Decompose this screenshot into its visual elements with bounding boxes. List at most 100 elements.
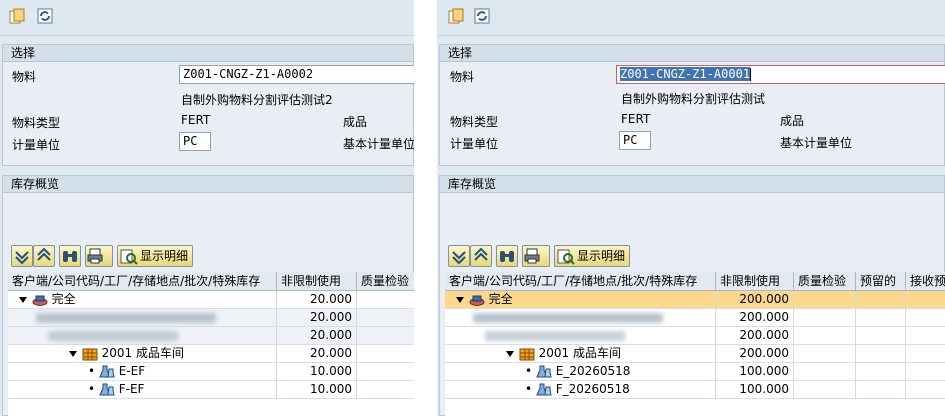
column-header-quality[interactable]: 质量检验 (357, 272, 414, 291)
column-header-hierarchy[interactable]: 客户端/公司代码/工厂/存储地点/批次/特殊库存 (445, 272, 716, 291)
tree-node-label: E-EF (118, 364, 146, 378)
quality-qty (794, 345, 856, 363)
show-detail-button[interactable]: 显示明细 (554, 245, 631, 267)
window-gap (414, 0, 437, 416)
client-icon (32, 295, 48, 306)
table-row[interactable]: • E_20260518 100.000 (445, 363, 945, 381)
table-row[interactable]: 2001 成品车间 200.000 (445, 345, 945, 363)
reserved-qty (856, 327, 906, 345)
quality-qty (794, 291, 856, 309)
print-icon (87, 248, 103, 264)
batch-icon (99, 383, 115, 395)
reserved-qty (856, 381, 906, 399)
new-session-icon (9, 8, 25, 24)
expand-all-button[interactable] (11, 245, 33, 267)
column-header-unrestricted[interactable]: 非限制使用 (277, 272, 357, 291)
unrestricted-qty: 10.000 (277, 363, 357, 381)
stock-overview-header: 库存概览 (440, 176, 944, 193)
table-row[interactable]: • E-EF 10.000 (8, 363, 414, 381)
unrestricted-qty: 20.000 (277, 309, 357, 327)
base-uom-label: 基本计量单位 (343, 137, 414, 151)
table-row[interactable]: • F_20260518 100.000 (445, 381, 945, 399)
find-button[interactable] (496, 245, 518, 267)
table-row[interactable]: 20.000 (8, 327, 414, 345)
column-header-receipt[interactable]: 接收预 (906, 272, 945, 291)
stock-overview-header: 库存概览 (3, 176, 413, 193)
material-label: 物料 (450, 70, 475, 84)
material-type-value: FERT (181, 113, 211, 127)
material-type-description: 成品 (780, 114, 805, 128)
table-row[interactable]: 20.000 (8, 309, 414, 327)
refresh-button[interactable] (473, 7, 493, 27)
material-type-label: 物料类型 (12, 116, 61, 130)
left-window: 选择 物料 Z001-CNGZ-Z1-A0002 自制外购物料分割评估测试2 物… (0, 0, 414, 416)
table-row[interactable]: 完全 200.000 (445, 291, 945, 309)
material-type-description: 成品 (343, 115, 368, 129)
material-type-value: FERT (621, 112, 651, 126)
new-session-button[interactable] (8, 7, 28, 27)
detail-icon (120, 249, 138, 265)
binoculars-icon (63, 251, 77, 262)
material-input-selection: Z001-CNGZ-Z1-A0001 (620, 67, 751, 81)
unrestricted-qty: 200.000 (716, 345, 794, 363)
reserved-qty (856, 363, 906, 381)
application-toolbar (0, 0, 414, 36)
print-button[interactable] (522, 245, 550, 267)
grid-header: 客户端/公司代码/工厂/存储地点/批次/特殊库存 非限制使用 质量检验 预留的 … (445, 272, 945, 291)
material-description: 自制外购物料分割评估测试 (621, 92, 766, 106)
selection-header: 选择 (3, 45, 413, 62)
uom-input[interactable]: PC (179, 132, 211, 151)
material-label: 物料 (12, 70, 37, 84)
expand-all-button[interactable] (448, 245, 470, 267)
find-button[interactable] (59, 245, 81, 267)
quality-qty (794, 309, 856, 327)
column-header-unrestricted[interactable]: 非限制使用 (716, 272, 794, 291)
unrestricted-qty: 20.000 (277, 291, 357, 309)
refresh-button[interactable] (36, 7, 56, 27)
plant-icon (82, 348, 98, 360)
quality-qty (794, 381, 856, 399)
base-uom-label: 基本计量单位 (780, 136, 853, 150)
collapse-all-icon (474, 247, 488, 261)
expand-node-icon (456, 296, 464, 303)
expand-node-icon (506, 350, 514, 357)
material-input[interactable]: Z001-CNGZ-Z1-A0001 (616, 65, 945, 84)
table-row[interactable]: 200.000 (445, 309, 945, 327)
show-detail-label: 显示明细 (577, 249, 626, 263)
application-toolbar (437, 0, 945, 36)
stock-tree-grid[interactable]: 客户端/公司代码/工厂/存储地点/批次/特殊库存 非限制使用 质量检验 预留的 … (445, 272, 945, 416)
table-row[interactable]: 200.000 (445, 327, 945, 345)
column-header-reserved[interactable]: 预留的 (856, 272, 906, 291)
collapse-all-icon (37, 247, 51, 261)
detail-icon (557, 249, 575, 265)
reserved-qty (856, 291, 906, 309)
tree-node-label: 完全 (51, 292, 76, 306)
material-description: 自制外购物料分割评估测试2 (181, 93, 333, 107)
column-header-quality[interactable]: 质量检验 (794, 272, 856, 291)
table-row[interactable]: 完全 20.000 (8, 291, 414, 309)
refresh-icon (37, 8, 53, 24)
show-detail-button[interactable]: 显示明细 (117, 245, 194, 267)
new-session-button[interactable] (447, 7, 467, 27)
uom-input[interactable]: PC (619, 131, 651, 150)
print-icon (524, 248, 540, 264)
table-row[interactable]: • F-EF 10.000 (8, 381, 414, 399)
batch-icon (536, 365, 552, 377)
expand-all-icon (452, 251, 466, 265)
print-button[interactable] (85, 245, 113, 267)
material-input[interactable]: Z001-CNGZ-Z1-A0002 (179, 65, 414, 84)
binoculars-icon (500, 251, 514, 262)
table-row[interactable]: 2001 成品车间 20.000 (8, 345, 414, 363)
column-header-hierarchy[interactable]: 客户端/公司代码/工厂/存储地点/批次/特殊库存 (8, 272, 277, 291)
unrestricted-qty: 200.000 (716, 309, 794, 327)
quality-qty (357, 381, 414, 399)
redacted-label (473, 312, 663, 323)
tree-node-label: F_20260518 (555, 382, 630, 396)
stock-tree-grid[interactable]: 客户端/公司代码/工厂/存储地点/批次/特殊库存 非限制使用 质量检验 完全 2… (8, 272, 414, 416)
unrestricted-qty: 200.000 (716, 291, 794, 309)
collapse-all-button[interactable] (33, 245, 55, 267)
tree-node-label: F-EF (118, 382, 145, 396)
redacted-label (36, 312, 216, 323)
collapse-all-button[interactable] (470, 245, 492, 267)
quality-qty (794, 327, 856, 345)
